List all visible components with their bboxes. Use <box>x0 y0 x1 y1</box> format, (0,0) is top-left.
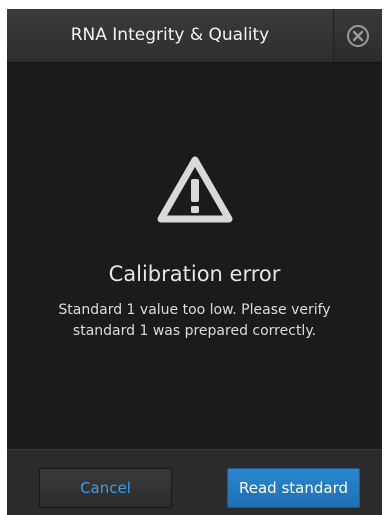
calibration-error-dialog: RNA Integrity & Quality Calibration erro… <box>7 9 382 515</box>
error-title: Calibration error <box>108 262 281 286</box>
close-circle-icon[interactable] <box>346 24 370 48</box>
warning-triangle-icon <box>157 156 233 223</box>
dialog-title: RNA Integrity & Quality <box>70 25 270 45</box>
dialog-footer: Cancel Read standard <box>7 449 382 515</box>
error-message: Standard 1 value too low. Please verify … <box>58 302 331 339</box>
close-button[interactable] <box>333 9 382 62</box>
read-standard-button[interactable]: Read standard <box>227 468 360 508</box>
cancel-button[interactable]: Cancel <box>39 468 172 508</box>
title-bar: RNA Integrity & Quality <box>7 9 382 63</box>
